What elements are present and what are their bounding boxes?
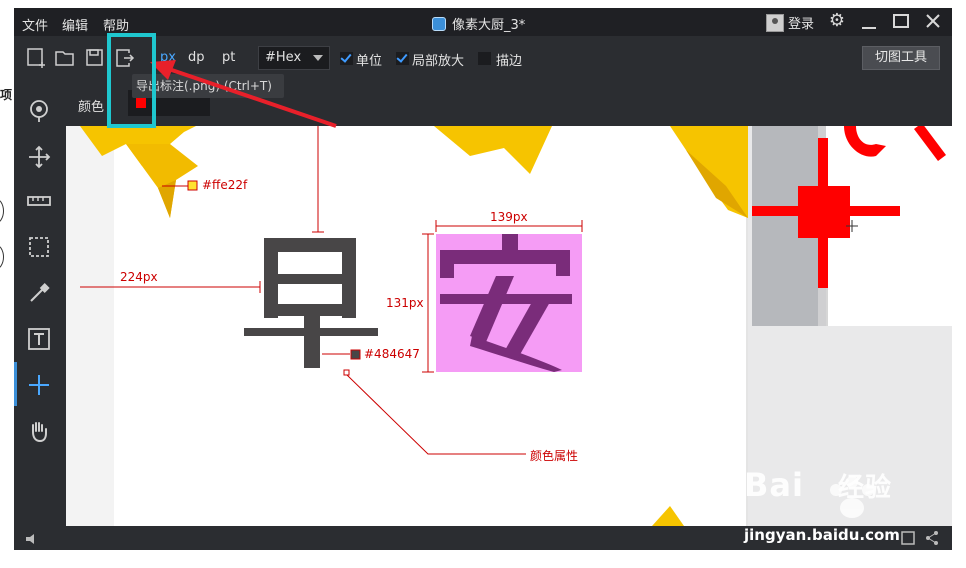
maximize-icon[interactable] bbox=[890, 10, 912, 32]
color-property-annotation: 颜色属性 bbox=[530, 449, 579, 463]
active-tool-indicator bbox=[14, 362, 17, 406]
minimize-icon[interactable] bbox=[858, 10, 880, 32]
yellow-leaf-2 bbox=[126, 144, 198, 218]
dark-color-annotation: #484647 bbox=[364, 347, 420, 361]
open-folder-icon[interactable] bbox=[54, 47, 76, 69]
fit-screen-icon[interactable] bbox=[900, 530, 916, 550]
left-edge-circle-2 bbox=[0, 244, 4, 270]
color-label: 颜色 bbox=[78, 100, 105, 115]
watermark-brand-cn: 经验 bbox=[837, 473, 892, 503]
stroke-checkbox-label[interactable]: 描边 bbox=[496, 50, 522, 69]
app-icon bbox=[432, 16, 446, 31]
color-format-value: #Hex bbox=[265, 50, 302, 65]
height-annotation: 131px bbox=[386, 296, 424, 310]
zoom-checkbox[interactable] bbox=[396, 52, 409, 65]
user-avatar-icon[interactable] bbox=[766, 13, 784, 32]
tool-sidebar bbox=[14, 80, 66, 526]
watermark-brand: Bai 经验 bbox=[744, 466, 892, 504]
brand-logo-icon[interactable] bbox=[26, 98, 52, 124]
menu-edit[interactable]: 编辑 bbox=[62, 15, 88, 34]
watermark-url: jingyan.baidu.com bbox=[744, 526, 900, 544]
zoom-magnifier bbox=[752, 126, 952, 326]
login-area[interactable]: 登录 bbox=[766, 13, 814, 32]
watermark-brand-text: Bai bbox=[744, 466, 804, 504]
property-leader-line bbox=[346, 374, 526, 455]
dark-color-swatch bbox=[350, 349, 361, 360]
color-format-select[interactable]: #Hex bbox=[258, 46, 330, 70]
unit-tab-pt[interactable]: pt bbox=[222, 50, 235, 65]
yellow-color-annotation: #ffe22f bbox=[202, 178, 248, 192]
unit-checkbox-label[interactable]: 单位 bbox=[356, 50, 382, 69]
zoom-checkbox-label[interactable]: 局部放大 bbox=[412, 50, 464, 69]
menu-help[interactable]: 帮助 bbox=[103, 15, 129, 34]
width-annotation: 139px bbox=[490, 210, 528, 224]
yellow-color-swatch bbox=[187, 180, 198, 191]
new-file-icon[interactable] bbox=[26, 47, 48, 69]
stroke-checkbox[interactable] bbox=[478, 52, 491, 65]
unit-checkbox[interactable] bbox=[340, 52, 353, 65]
window-title: 像素大厨_3* bbox=[432, 14, 525, 33]
unit-tab-dp[interactable]: dp bbox=[188, 50, 205, 65]
title-bar: 文件 编辑 帮助 像素大厨_3* 登录 ⚙ bbox=[14, 8, 952, 36]
window-title-text: 像素大厨_3* bbox=[452, 18, 526, 33]
menu-file[interactable]: 文件 bbox=[22, 15, 48, 34]
hand-tool-icon[interactable] bbox=[26, 418, 52, 444]
ruler-tool-icon[interactable] bbox=[26, 188, 52, 214]
unit-tab-px[interactable]: px bbox=[160, 50, 176, 65]
close-icon[interactable] bbox=[922, 10, 944, 32]
text-tool-icon[interactable] bbox=[26, 326, 52, 352]
left-edge-fragment-text: 项 bbox=[0, 88, 13, 102]
left-edge-circle-1 bbox=[0, 198, 4, 224]
marquee-tool-icon[interactable] bbox=[26, 234, 52, 260]
distance-annotation: 224px bbox=[120, 270, 158, 284]
move-tool-icon[interactable] bbox=[26, 144, 52, 170]
volume-icon[interactable] bbox=[24, 531, 38, 550]
yellow-leaf-3 bbox=[434, 126, 552, 174]
login-label[interactable]: 登录 bbox=[788, 13, 814, 32]
yellow-leaf-6 bbox=[652, 506, 684, 526]
settings-gear-icon[interactable]: ⚙ bbox=[826, 10, 848, 32]
magnifier-view bbox=[752, 126, 952, 326]
glyph-zao bbox=[244, 238, 378, 368]
slice-tool-button[interactable]: 切图工具 bbox=[862, 46, 940, 70]
save-icon[interactable] bbox=[84, 47, 106, 69]
screenshot-root: 项 文件 编辑 帮助 像素大厨_3* 登录 ⚙ px dp pt #Hex 单位… bbox=[0, 0, 966, 568]
tutorial-highlight-box bbox=[107, 33, 156, 128]
property-anchor bbox=[343, 369, 350, 376]
annotation-tool-icon[interactable] bbox=[26, 372, 52, 398]
chevron-down-icon bbox=[313, 55, 323, 61]
eyedropper-tool-icon[interactable] bbox=[26, 280, 52, 306]
share-icon[interactable] bbox=[924, 530, 940, 550]
